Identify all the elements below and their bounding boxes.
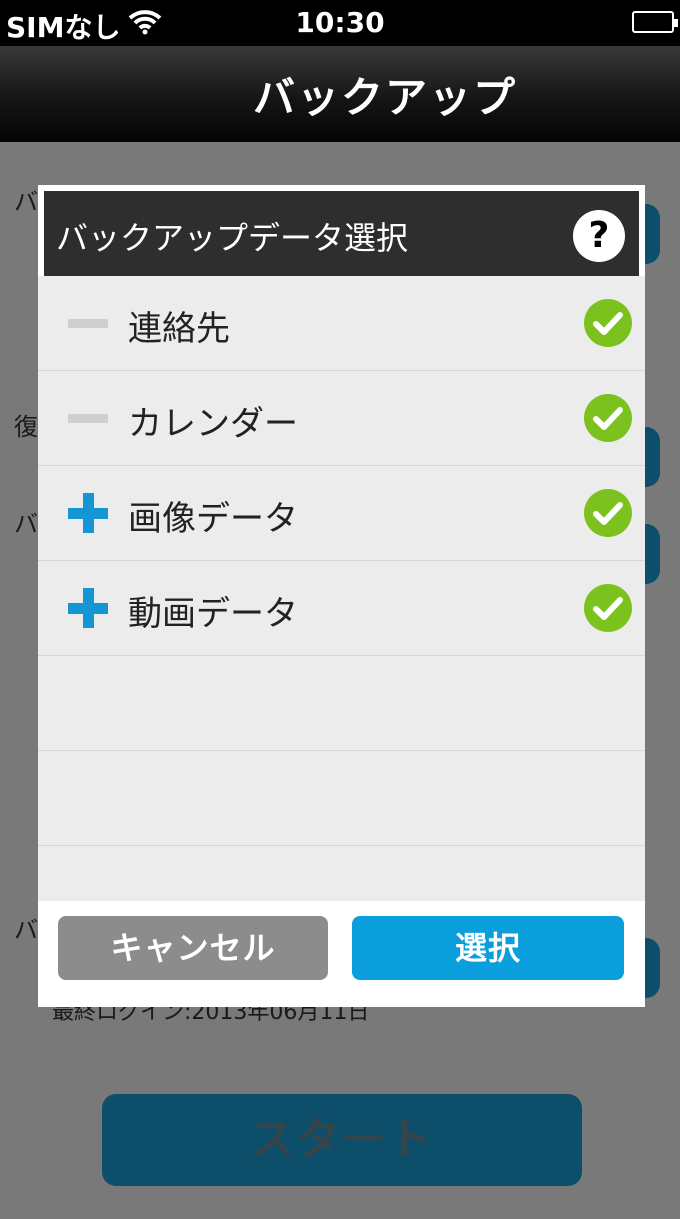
dialog-title: バックアップデータ選択 [56, 219, 409, 257]
cancel-button[interactable]: キャンセル [58, 916, 328, 980]
battery-icon [632, 11, 678, 33]
list-item-label: 画像データ [128, 499, 298, 539]
plus-icon[interactable] [68, 588, 108, 628]
list-item-label: 連絡先 [128, 309, 230, 349]
select-button[interactable]: 選択 [352, 916, 624, 980]
help-icon[interactable]: ? [573, 210, 625, 262]
dialog-header: バックアップデータ選択 ? [44, 191, 639, 276]
backup-data-select-dialog: バックアップデータ選択 ? 連絡先 カレンダー 画像データ 動画データ キャンセ… [38, 185, 645, 1007]
list-item-calendar[interactable]: カレンダー [38, 371, 645, 466]
nav-bar: バックアップ [0, 46, 680, 142]
list-item-videos[interactable]: 動画データ [38, 561, 645, 656]
status-time: 10:30 [295, 6, 385, 39]
empty-row [38, 751, 645, 846]
list-item-contacts[interactable]: 連絡先 [38, 276, 645, 371]
plus-icon[interactable] [68, 493, 108, 533]
check-icon[interactable] [583, 393, 633, 443]
check-icon[interactable] [583, 298, 633, 348]
empty-row [38, 656, 645, 751]
nav-title: バックアップ [252, 73, 517, 122]
data-type-list: 連絡先 カレンダー 画像データ 動画データ [38, 276, 645, 901]
list-item-images[interactable]: 画像データ [38, 466, 645, 561]
dialog-footer: キャンセル 選択 [38, 901, 645, 1007]
check-icon[interactable] [583, 583, 633, 633]
status-bar: SIMなし 10:30 [0, 0, 680, 46]
minus-icon[interactable] [68, 398, 108, 438]
list-item-label: カレンダー [128, 404, 298, 444]
minus-icon[interactable] [68, 303, 108, 343]
check-icon[interactable] [583, 488, 633, 538]
list-item-label: 動画データ [128, 594, 298, 634]
